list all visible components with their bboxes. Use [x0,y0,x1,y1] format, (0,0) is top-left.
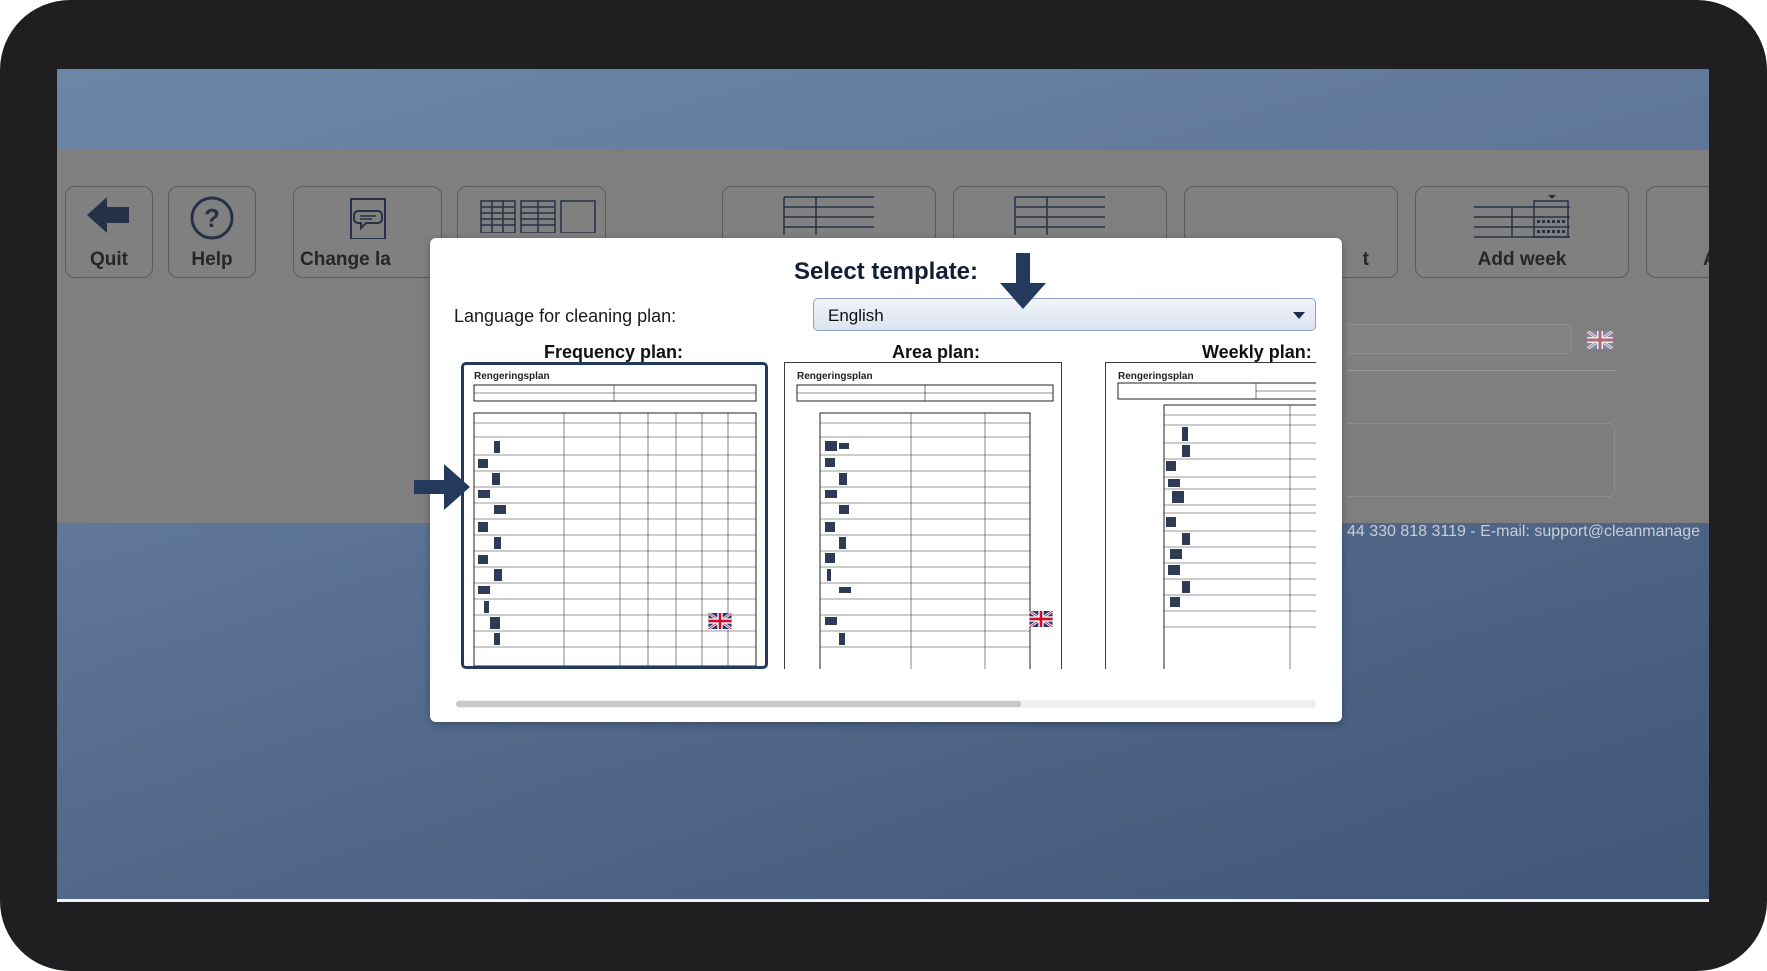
table-grid-icon [479,200,596,233]
weekly-plan-template[interactable]: Rengeringsplan [1105,362,1316,669]
frequency-plan-template[interactable]: Rengeringsplan [461,362,768,669]
device-frame: Quit ? Help Change la t Add week 44 330 … [0,0,1767,971]
contact-footer: 44 330 818 3119 - E-mail: support@cleanm… [1347,523,1701,540]
language-selected-value: English [828,306,884,325]
uk-flag-icon [708,613,732,629]
change-language-label: Change la [300,249,391,270]
doc-title: Rengeringsplan [797,371,873,382]
quit-label: Quit [90,249,128,270]
next-toolbar-button[interactable]: A [1646,186,1709,278]
area-plan-preview: Rengeringsplan [796,371,1054,669]
frequency-plan-heading: Frequency plan: [544,342,684,362]
uk-flag-icon [1587,331,1613,349]
next-toolbar-label: A [1703,249,1709,271]
speech-bubble-icon [349,198,386,239]
table-grid-icon [1014,196,1105,235]
area-plan-heading: Area plan: [892,342,981,362]
help-label: Help [191,249,233,270]
dropdown-caret-icon [1293,312,1305,319]
uk-flag-icon [1029,611,1053,627]
language-label: Language for cleaning plan: [454,306,677,326]
background-textarea [1347,423,1615,497]
add-week-label: Add week [1477,249,1567,270]
background-input [1347,324,1572,354]
weekly-plan-heading: Weekly plan: [1202,342,1312,362]
doc-title: Rengeringsplan [1118,371,1194,382]
table-grid-icon [1474,195,1570,238]
screen-bottom-border [57,899,1709,902]
table-grid-icon [783,196,874,235]
help-question-icon: ? [190,196,234,240]
add-week-button[interactable]: Add week [1415,186,1629,278]
horizontal-scrollbar[interactable] [456,700,1316,708]
area-plan-template[interactable]: Rengeringsplan [784,362,1062,669]
scrollbar-thumb[interactable] [456,701,1021,707]
background-divider [1347,370,1615,371]
change-language-button[interactable]: Change la [293,186,442,278]
doc-title: Rengeringsplan [474,371,550,382]
dialog-title: Select template: [793,258,979,285]
help-button[interactable]: ? Help [168,186,256,278]
print-label: t [1362,249,1369,270]
svg-text:?: ? [204,203,220,233]
weekly-plan-preview: Rengeringsplan [1117,371,1316,669]
arrow-left-icon [87,197,129,233]
arrow-down-icon [1000,253,1046,309]
arrow-right-icon [414,464,470,510]
select-template-dialog: Select template: Language for cleaning p… [430,238,1342,722]
language-select[interactable]: English [813,298,1316,331]
quit-button[interactable]: Quit [65,186,153,278]
